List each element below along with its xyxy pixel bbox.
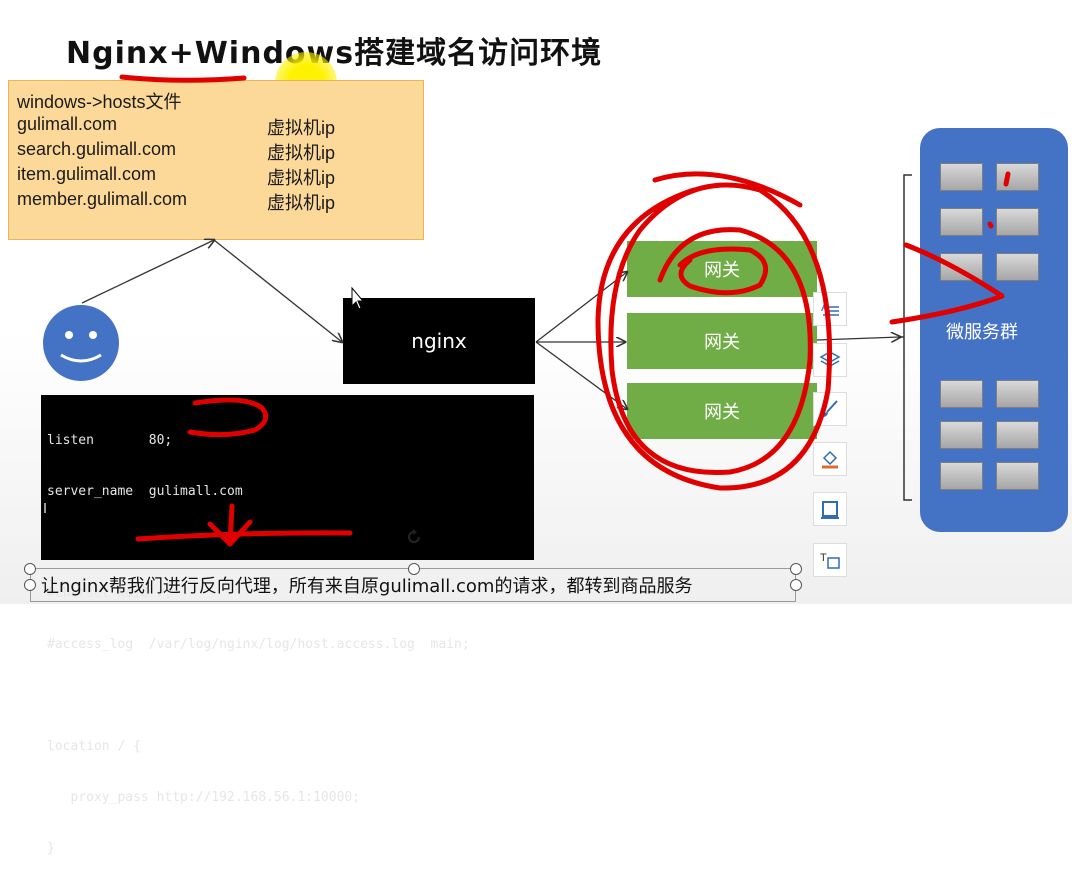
hosts-domain: search.gulimall.com (17, 139, 177, 159)
service-node (996, 462, 1039, 490)
annotation-gateway-scribble (652, 171, 803, 208)
hosts-file-box: windows->hosts文件 gulimall.com 虚拟机ip sear… (8, 80, 424, 240)
service-node (940, 421, 983, 449)
service-node (940, 208, 983, 236)
nginx-to-gateway-connector (535, 341, 627, 409)
service-node (940, 253, 983, 281)
hosts-domain: gulimall.com (17, 114, 118, 134)
nginx-to-gateway-connector (535, 272, 627, 343)
hosts-row: search.gulimall.com 虚拟机ip (17, 139, 417, 163)
hosts-domain: member.gulimall.com (17, 189, 188, 209)
gateway-box: 网关 (627, 241, 817, 297)
hosts-ip: 虚拟机ip (267, 193, 336, 213)
rotate-handle-icon[interactable] (405, 528, 423, 550)
svg-text:A: A (821, 300, 829, 314)
config-line: listen 80; (47, 433, 173, 448)
hosts-ip: 虚拟机ip (267, 168, 336, 188)
text-style-icon[interactable]: A (813, 292, 847, 326)
hosts-row: member.gulimall.com 虚拟机ip (17, 189, 417, 213)
nginx-config-terminal: listen 80; server_name gulimall.com #cha… (41, 395, 534, 856)
cluster-label: 微服务群 (946, 322, 1018, 343)
service-node (940, 380, 983, 408)
config-line: server_name gulimall.com (47, 484, 243, 499)
slide-title: Nginx+Windows搭建域名访问环境 (66, 36, 603, 71)
brush-icon[interactable] (813, 392, 847, 426)
resize-handle[interactable] (408, 563, 420, 575)
hosts-row: gulimall.com 虚拟机ip (17, 114, 417, 138)
hosts-row: item.gulimall.com 虚拟机ip (17, 164, 417, 188)
hosts-ip: 虚拟机ip (267, 118, 336, 138)
resize-handle[interactable] (790, 563, 802, 575)
config-line (47, 534, 534, 551)
user-smiley-icon (43, 305, 119, 381)
cluster-brace (898, 174, 912, 501)
hosts-ip: 虚拟机ip (267, 143, 336, 163)
hosts-header: windows->hosts文件 (17, 92, 182, 112)
service-node (940, 462, 983, 490)
service-node (996, 208, 1039, 236)
service-node (996, 421, 1039, 449)
fill-icon[interactable] (813, 442, 847, 476)
config-line: } (47, 841, 55, 856)
nginx-box: nginx (343, 298, 535, 384)
config-line: #access_log /var/log/nginx/log/host.acce… (47, 637, 470, 652)
resize-handle[interactable] (790, 579, 802, 591)
resize-handle[interactable] (24, 579, 36, 591)
service-node (996, 253, 1039, 281)
hosts-domain: item.gulimall.com (17, 164, 157, 184)
text-box-icon[interactable]: T (813, 543, 847, 577)
user-to-hosts-connector (81, 240, 214, 304)
gateway-box: 网关 (627, 313, 817, 369)
service-node (940, 163, 983, 191)
gateway-to-cluster-connector (816, 337, 900, 340)
gateway-box: 网关 (627, 383, 817, 439)
layers-icon[interactable] (813, 343, 847, 377)
service-node (996, 380, 1039, 408)
config-line: proxy_pass http://192.168.56.1:10000; (47, 790, 361, 805)
resize-handle[interactable] (24, 563, 36, 575)
service-node (996, 163, 1039, 191)
config-line (47, 687, 534, 704)
svg-text:T: T (820, 552, 827, 564)
smiley-face-icon (60, 331, 102, 363)
frame-icon[interactable] (813, 492, 847, 526)
config-line: location / { (47, 739, 141, 754)
hosts-to-nginx-connector (213, 239, 342, 342)
